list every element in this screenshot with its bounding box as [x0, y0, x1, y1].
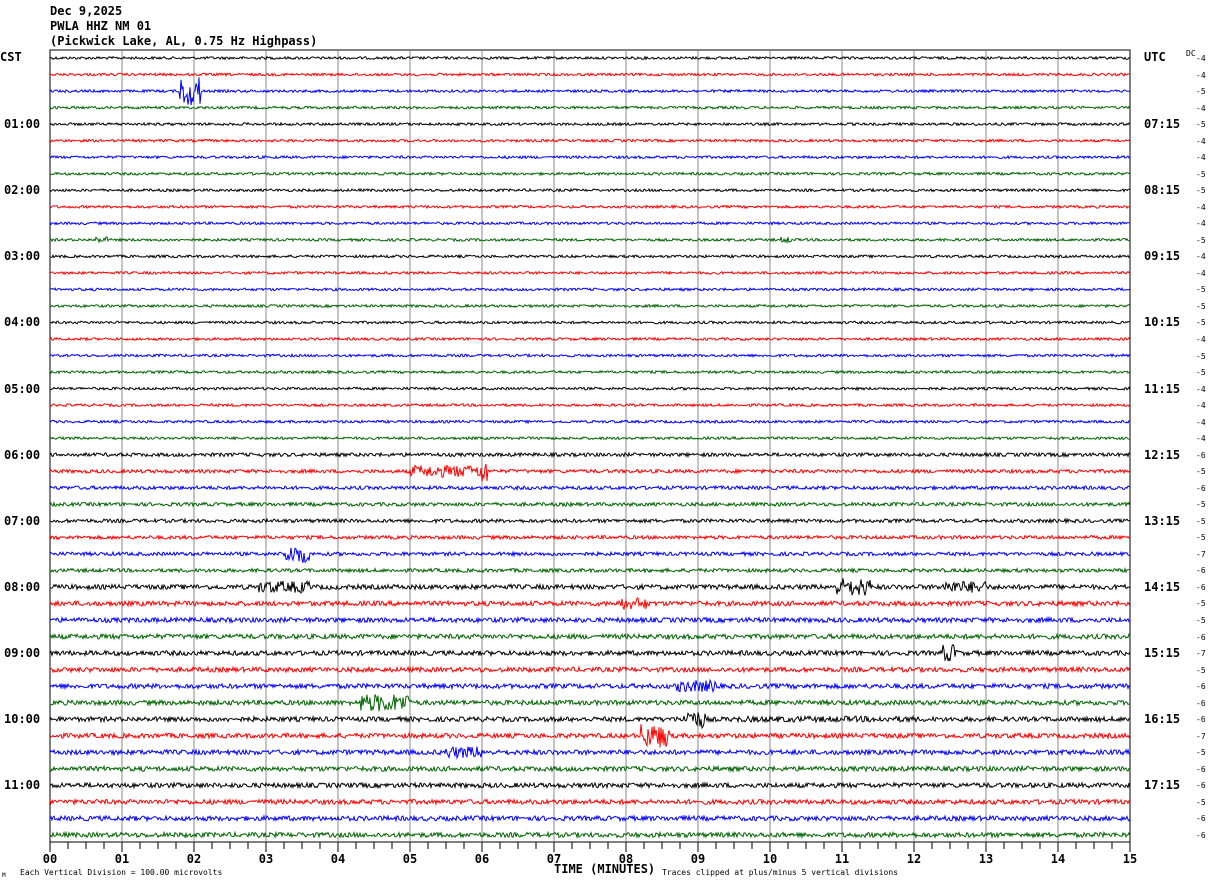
trace-47 [49, 830, 1131, 840]
trace-27 [49, 500, 1131, 508]
trace-26 [49, 484, 1131, 492]
x-tick-label: 05 [403, 852, 417, 866]
trace-37 [49, 665, 1131, 674]
clip-note: Traces clipped at plus/minus 5 vertical … [662, 868, 899, 877]
trace-5 [49, 138, 1131, 144]
x-tick-label: 15 [1123, 852, 1137, 866]
trace-35 [49, 632, 1131, 641]
x-tick-label: 00 [43, 852, 57, 866]
x-tick-label: 10 [763, 852, 777, 866]
x-tick-label: 14 [1051, 852, 1065, 866]
trace-10 [49, 220, 1131, 226]
trace-34 [49, 615, 1131, 625]
trace-31 [49, 566, 1130, 574]
scale-note: Each Vertical Division = 100.00 microvol… [20, 868, 223, 877]
trace-20 [49, 386, 1131, 392]
trace-40 [49, 712, 1131, 730]
trace-39 [49, 694, 1131, 712]
trace-42 [49, 745, 1131, 760]
trace-30 [49, 547, 1130, 564]
trace-7 [49, 171, 1131, 177]
corner-mark: M [2, 872, 6, 879]
trace-17 [49, 336, 1131, 342]
trace-33 [49, 597, 1131, 610]
trace-9 [49, 204, 1131, 210]
x-tick-label: 02 [187, 852, 201, 866]
trace-12 [49, 253, 1131, 260]
x-axis-title: TIME (MINUTES) [554, 862, 656, 876]
trace-22 [49, 419, 1131, 425]
x-tick-label: 11 [835, 852, 849, 866]
plot-frame [49, 49, 1131, 843]
x-tick-label: 09 [691, 852, 705, 866]
trace-4 [49, 121, 1131, 127]
trace-1 [49, 71, 1131, 77]
trace-15 [49, 303, 1131, 309]
trace-16 [49, 319, 1131, 325]
trace-3 [49, 105, 1131, 111]
x-tick-label: 03 [259, 852, 273, 866]
trace-11 [49, 236, 1131, 245]
trace-36 [49, 643, 1131, 662]
trace-46 [49, 814, 1131, 823]
helicorder-plot: 00 01 02 03 04 05 06 07 08 09 10 11 12 13 14 15 [43, 49, 1137, 866]
trace-23 [49, 435, 1131, 441]
trace-19 [49, 369, 1131, 375]
trace-6 [49, 154, 1131, 160]
trace-8 [49, 187, 1130, 193]
x-tick-label: 12 [907, 852, 921, 866]
trace-13 [49, 270, 1131, 276]
trace-21 [49, 402, 1131, 408]
trace-43 [49, 764, 1131, 774]
trace-29 [49, 533, 1131, 541]
x-tick-label: 13 [979, 852, 993, 866]
trace-14 [49, 286, 1131, 292]
trace-2 [49, 77, 1130, 106]
x-tick-label: 06 [475, 852, 489, 866]
trace-32 [49, 578, 1131, 596]
trace-41 [49, 724, 1131, 748]
trace-24 [49, 451, 1131, 459]
x-tick-label: 01 [115, 852, 129, 866]
x-tick-label: 04 [331, 852, 345, 866]
trace-0 [49, 55, 1131, 61]
trace-28 [49, 517, 1131, 525]
trace-38 [49, 678, 1131, 694]
trace-45 [49, 797, 1131, 807]
trace-25 [49, 463, 1131, 482]
trace-18 [49, 352, 1131, 359]
trace-44 [49, 781, 1131, 790]
